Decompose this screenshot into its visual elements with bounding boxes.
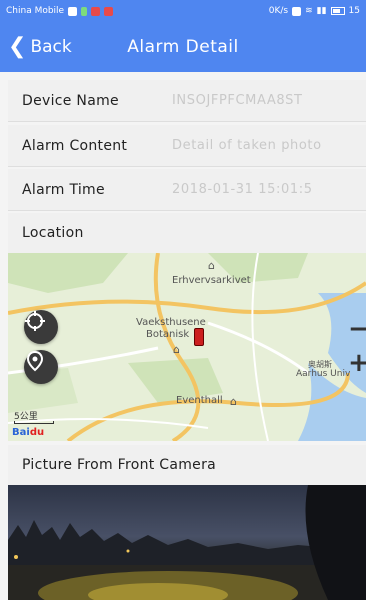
app-icon — [104, 6, 114, 16]
map-label-vaekst: Vaeksthusene — [136, 317, 206, 328]
camera-scene — [8, 485, 366, 600]
carrier-label: China Mobile — [6, 6, 65, 16]
status-bar: China Mobile 0K/s ≋ ▮▮ 15 — [0, 0, 366, 22]
alarm-content-value: Detail of taken photo — [172, 138, 322, 153]
poi-icon: ⌂ — [230, 395, 237, 408]
battery-icon — [330, 7, 345, 15]
crosshair-icon — [25, 311, 45, 331]
notification-icon — [91, 6, 101, 16]
clock: 15 — [348, 6, 360, 16]
map-label-aarhus: Aarhus Univ — [296, 369, 351, 379]
shield-icon — [68, 6, 78, 16]
vehicle-marker-icon[interactable] — [194, 328, 204, 346]
map-label-eventhall: Eventhall — [176, 395, 223, 406]
signal-icon: ▮▮ — [316, 6, 327, 16]
alarm-content-label: Alarm Content — [22, 137, 128, 154]
alarm-content-row: Alarm Content Detail of taken photo — [8, 125, 366, 167]
signal-dot-icon — [81, 6, 88, 16]
poi-icon: ⌂ — [173, 343, 180, 356]
alarm-time-row: Alarm Time 2018-01-31 15:01:5 — [8, 169, 366, 211]
device-name-label: Device Name — [22, 92, 119, 109]
wifi-icon: ≋ — [305, 6, 313, 16]
device-name-value: INSOJFPFCMAA8ST — [172, 93, 303, 108]
zoom-out-button[interactable]: − — [348, 315, 366, 345]
sim-icon — [292, 6, 302, 16]
back-label: Back — [30, 37, 72, 57]
device-name-row: Device Name INSOJFPFCMAA8ST — [8, 80, 366, 122]
map-label-botanisk: Botanisk — [146, 329, 190, 340]
alarm-time-label: Alarm Time — [22, 181, 105, 198]
location-map[interactable]: Erhvervsarkivet Vaeksthusene Botanisk 奥胡… — [8, 253, 366, 441]
alarm-time-value: 2018-01-31 15:01:5 — [172, 182, 313, 197]
map-scale-bar — [14, 421, 54, 424]
locate-button[interactable] — [24, 310, 58, 344]
nav-bar: Alarm Detail ❮ Back — [0, 22, 366, 72]
baidu-logo: Baidu — [12, 427, 45, 438]
back-button[interactable]: ❮ Back — [8, 22, 72, 72]
map-pin-icon — [26, 350, 44, 372]
location-title: Location — [8, 213, 366, 253]
camera-title: Picture From Front Camera — [8, 445, 366, 485]
poi-icon: ⌂ — [208, 259, 215, 272]
front-camera-photo[interactable] — [8, 485, 366, 600]
network-speed: 0K/s — [268, 6, 289, 16]
navigate-button[interactable] — [24, 350, 58, 384]
zoom-in-button[interactable]: + — [348, 349, 366, 379]
map-label-erhvervsarkivet: Erhvervsarkivet — [172, 275, 251, 286]
chevron-left-icon: ❮ — [8, 34, 27, 59]
